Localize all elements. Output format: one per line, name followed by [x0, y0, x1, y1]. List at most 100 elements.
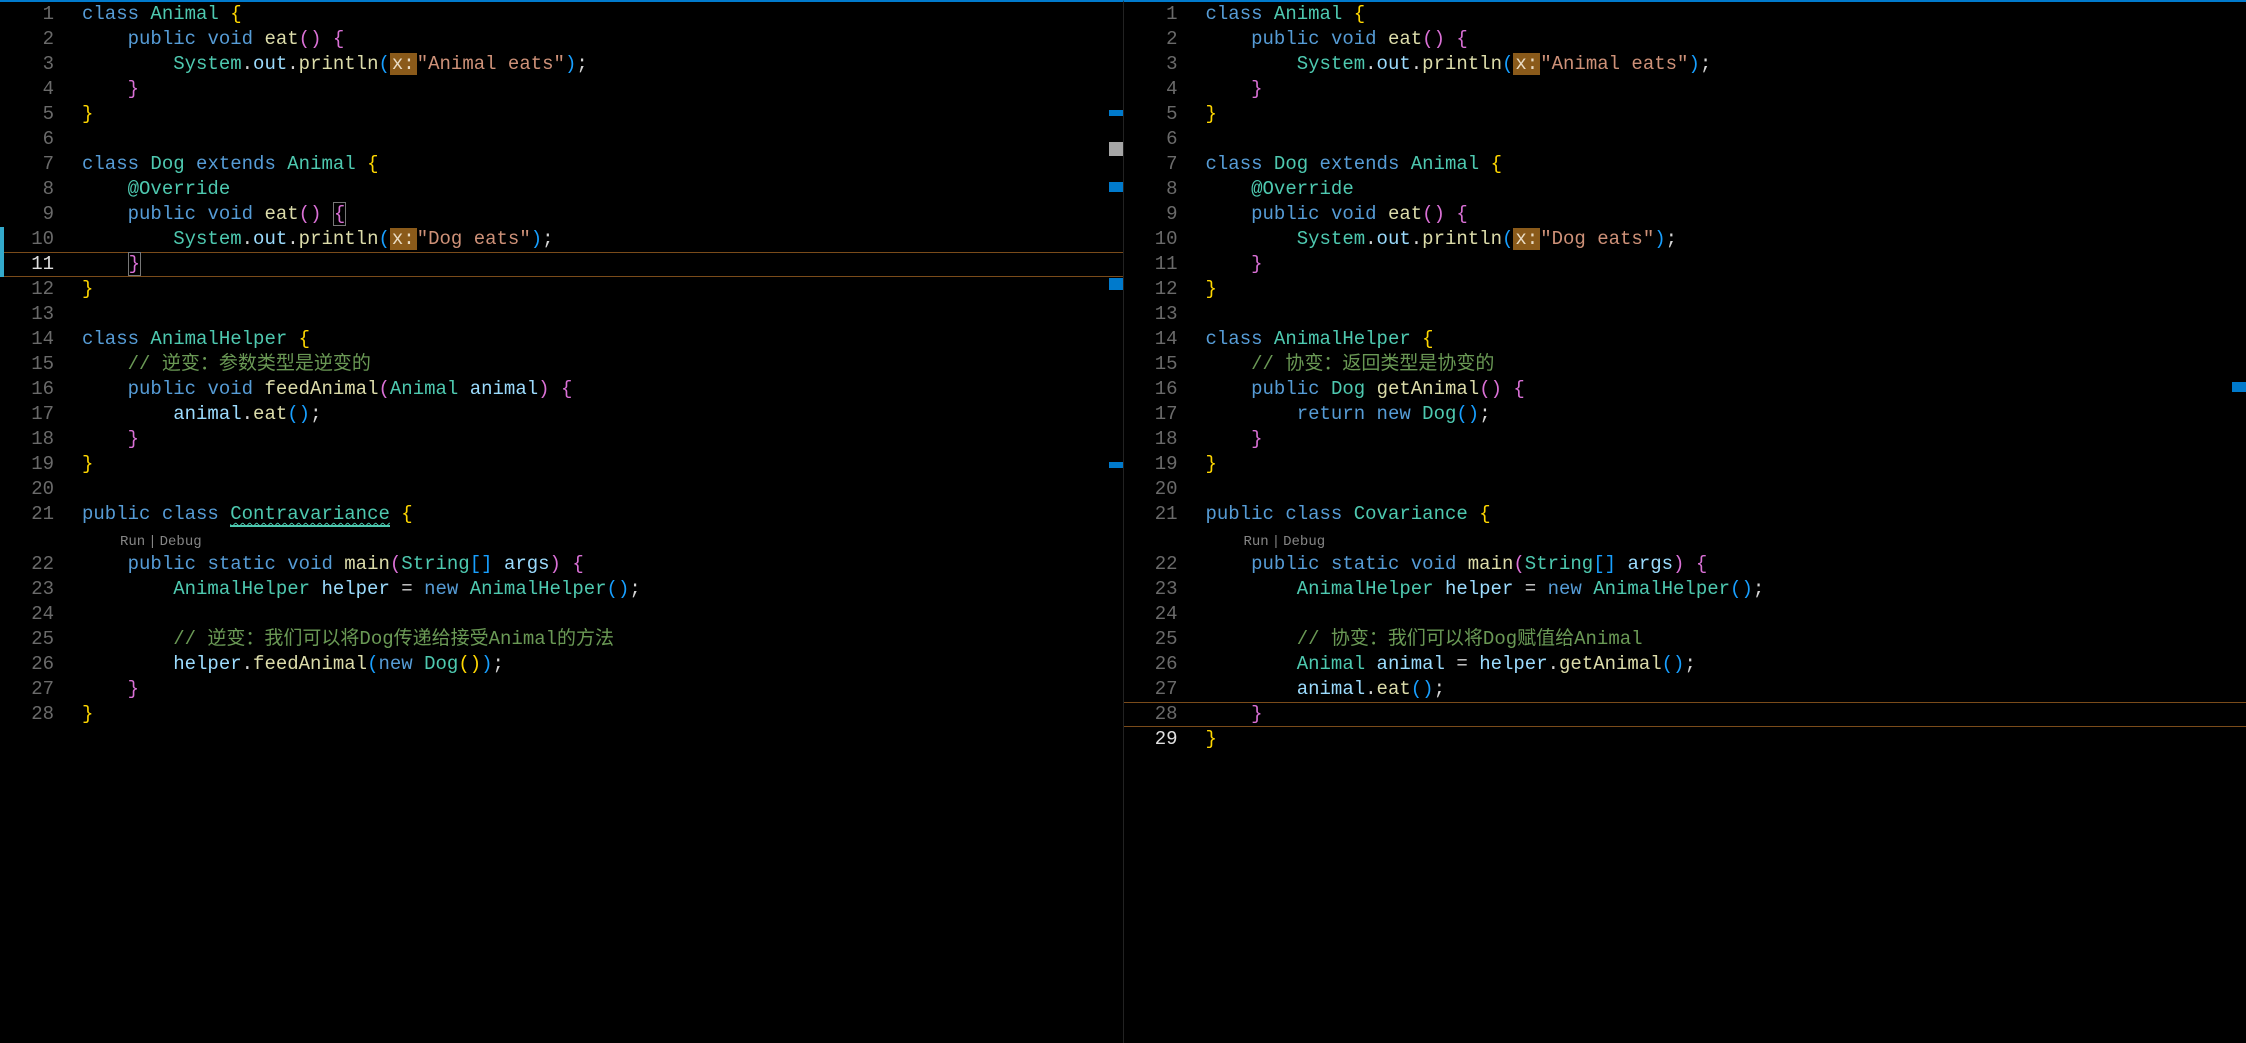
code-line: [1206, 127, 2246, 152]
code-line: // 协变：我们可以将Dog赋值给Animal: [1206, 627, 2246, 652]
line-number: 19: [1124, 452, 1192, 477]
code-line: public void feedAnimal(Animal animal) {: [82, 377, 1123, 402]
line-number: 13: [0, 302, 68, 327]
code-line: }: [82, 252, 1123, 277]
line-number: 27: [1124, 677, 1192, 702]
code-line: }: [1206, 77, 2246, 102]
line-number: 27: [0, 677, 68, 702]
codelens-run[interactable]: Run: [1244, 534, 1269, 550]
codelens-row: Run|Debug: [1206, 527, 2246, 552]
line-number: 2: [0, 27, 68, 52]
line-number-gutter: 1234567891011121314151617181920212223242…: [1124, 2, 1192, 752]
line-number: 22: [1124, 552, 1192, 577]
line-number: 4: [0, 77, 68, 102]
minimap-right[interactable]: [2232, 2, 2246, 1043]
line-number: 8: [1124, 177, 1192, 202]
line-number: 25: [0, 627, 68, 652]
param-hint: x:: [390, 53, 417, 75]
minimap-left[interactable]: [1109, 2, 1123, 1043]
code-line: return new Dog();: [1206, 402, 2246, 427]
codelens[interactable]: Run|Debug: [120, 527, 202, 552]
code-line: [82, 602, 1123, 627]
line-number: 7: [1124, 152, 1192, 177]
line-number: 19: [0, 452, 68, 477]
line-number: 4: [1124, 77, 1192, 102]
line-number: 6: [1124, 127, 1192, 152]
codelens-debug[interactable]: Debug: [160, 534, 202, 550]
line-number: 5: [1124, 102, 1192, 127]
code-line: // 逆变：参数类型是逆变的: [82, 352, 1123, 377]
codelens-row: Run|Debug: [82, 527, 1123, 552]
line-number: 15: [1124, 352, 1192, 377]
code-line: }: [1206, 427, 2246, 452]
code-line: public class Covariance {: [1206, 502, 2246, 527]
line-number: 16: [1124, 377, 1192, 402]
code-line: [1206, 477, 2246, 502]
line-number: 12: [1124, 277, 1192, 302]
code-line: [82, 302, 1123, 327]
line-number: 1: [0, 2, 68, 27]
code-line: class Animal {: [1206, 2, 2246, 27]
code-area-left[interactable]: class Animal { public void eat() { Syste…: [82, 2, 1123, 727]
code-line: }: [1206, 252, 2246, 277]
code-line: // 逆变：我们可以将Dog传递给接受Animal的方法: [82, 627, 1123, 652]
line-number: 26: [0, 652, 68, 677]
code-line: System.out.println(x:"Animal eats");: [82, 52, 1123, 77]
line-number: 23: [1124, 577, 1192, 602]
code-line: class AnimalHelper {: [1206, 327, 2246, 352]
code-line: public void eat() {: [1206, 27, 2246, 52]
code-line: public void eat() {: [1206, 202, 2246, 227]
code-line: animal.eat();: [82, 402, 1123, 427]
code-line: public static void main(String[] args) {: [1206, 552, 2246, 577]
line-number: 20: [0, 477, 68, 502]
code-line: animal.eat();: [1206, 677, 2246, 702]
code-line: [1206, 602, 2246, 627]
line-number: 21: [1124, 502, 1192, 527]
code-line: AnimalHelper helper = new AnimalHelper()…: [82, 577, 1123, 602]
line-number: 28: [1124, 702, 1192, 727]
editor-pane-right[interactable]: 1234567891011121314151617181920212223242…: [1123, 0, 2246, 1043]
line-number: 14: [1124, 327, 1192, 352]
code-line: public void eat() {: [82, 27, 1123, 52]
code-line: }: [82, 77, 1123, 102]
line-number: 17: [0, 402, 68, 427]
code-line: class Dog extends Animal {: [1206, 152, 2246, 177]
code-line: AnimalHelper helper = new AnimalHelper()…: [1206, 577, 2246, 602]
code-line: }: [1206, 727, 2246, 752]
line-number: 2: [1124, 27, 1192, 52]
code-line: }: [82, 677, 1123, 702]
code-line: System.out.println(x:"Dog eats");: [1206, 227, 2246, 252]
param-hint: x:: [1513, 53, 1540, 75]
code-line: [82, 127, 1123, 152]
param-hint: x:: [1513, 228, 1540, 250]
line-number: 1: [1124, 2, 1192, 27]
code-line: System.out.println(x:"Dog eats");: [82, 227, 1123, 252]
code-line: [1206, 302, 2246, 327]
code-line: }: [82, 702, 1123, 727]
line-number: 9: [1124, 202, 1192, 227]
line-number: 9: [0, 202, 68, 227]
split-editor: 1234567891011121314151617181920212223242…: [0, 0, 2246, 1043]
line-number: 23: [0, 577, 68, 602]
codelens-run[interactable]: Run: [120, 534, 145, 550]
line-number: 6: [0, 127, 68, 152]
line-number: 10: [1124, 227, 1192, 252]
line-number: 29: [1124, 727, 1192, 752]
code-line: }: [1206, 102, 2246, 127]
code-line: class Dog extends Animal {: [82, 152, 1123, 177]
editor-pane-left[interactable]: 1234567891011121314151617181920212223242…: [0, 0, 1123, 1043]
line-number: 18: [0, 427, 68, 452]
codelens-debug[interactable]: Debug: [1283, 534, 1325, 550]
code-line: }: [1206, 277, 2246, 302]
code-line: }: [82, 452, 1123, 477]
line-number: 21: [0, 502, 68, 527]
code-line: Animal animal = helper.getAnimal();: [1206, 652, 2246, 677]
code-line: public void eat() {: [82, 202, 1123, 227]
code-line: }: [82, 102, 1123, 127]
code-line: }: [1206, 452, 2246, 477]
codelens[interactable]: Run|Debug: [1244, 527, 1326, 552]
code-line: public class Contravariance {: [82, 502, 1123, 527]
code-area-right[interactable]: class Animal { public void eat() { Syste…: [1206, 2, 2246, 752]
line-number: 7: [0, 152, 68, 177]
line-number: 11: [1124, 252, 1192, 277]
